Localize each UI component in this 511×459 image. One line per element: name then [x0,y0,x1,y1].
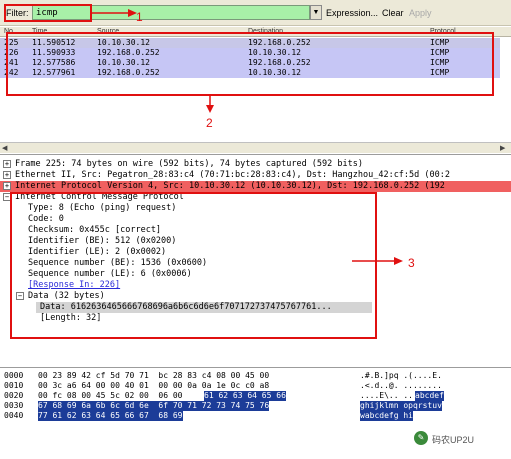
annotation-label-2: 2 [206,116,213,130]
filter-dropdown-button[interactable]: ▼ [310,5,322,20]
annotation-arrow-1-icon [92,9,137,17]
annotation-label-3: 3 [408,256,415,270]
ascii-highlight: wabcdefg hi [360,411,413,421]
annotation-arrow-3-icon [352,257,403,265]
packet-list-scrollbar[interactable]: ◀ ▶ [0,142,511,153]
expand-icon[interactable]: + [3,160,11,168]
byte-highlight: 77 61 62 63 64 65 66 67 68 69 [38,411,183,421]
ascii-highlight: ghijklmn opqrstuv [360,401,442,411]
scroll-right-icon[interactable]: ▶ [500,144,505,152]
clear-button[interactable]: Clear [382,8,404,18]
tree-frame[interactable]: + Frame 225: 74 bytes on wire (592 bits)… [0,159,511,170]
byte-highlight: 67 68 69 6a 6b 6c 6d 6e 6f 70 71 72 73 7… [38,401,270,411]
apply-button[interactable]: Apply [409,8,432,18]
scroll-left-icon[interactable]: ◀ [2,144,7,152]
tree-ip[interactable]: + Internet Protocol Version 4, Src: 10.1… [0,181,511,192]
tree-ethernet[interactable]: + Ethernet II, Src: Pegatron_28:83:c4 (7… [0,170,511,181]
annotation-box-packets [6,32,494,96]
watermark-logo-icon: ✎ [414,431,428,445]
annotation-box-icmp [10,192,377,339]
ascii-highlight: abcdef [415,391,444,401]
annotation-box-filter [4,4,92,22]
byte-highlight: 61 62 63 64 65 66 [204,391,286,401]
expand-icon[interactable]: + [3,182,11,190]
annotation-arrow-2-icon [206,96,214,113]
annotation-label-1: 1 [136,10,143,24]
expand-icon[interactable]: + [3,171,11,179]
expression-button[interactable]: Expression... [326,8,378,18]
watermark-text: 码农UP2U [432,435,475,445]
